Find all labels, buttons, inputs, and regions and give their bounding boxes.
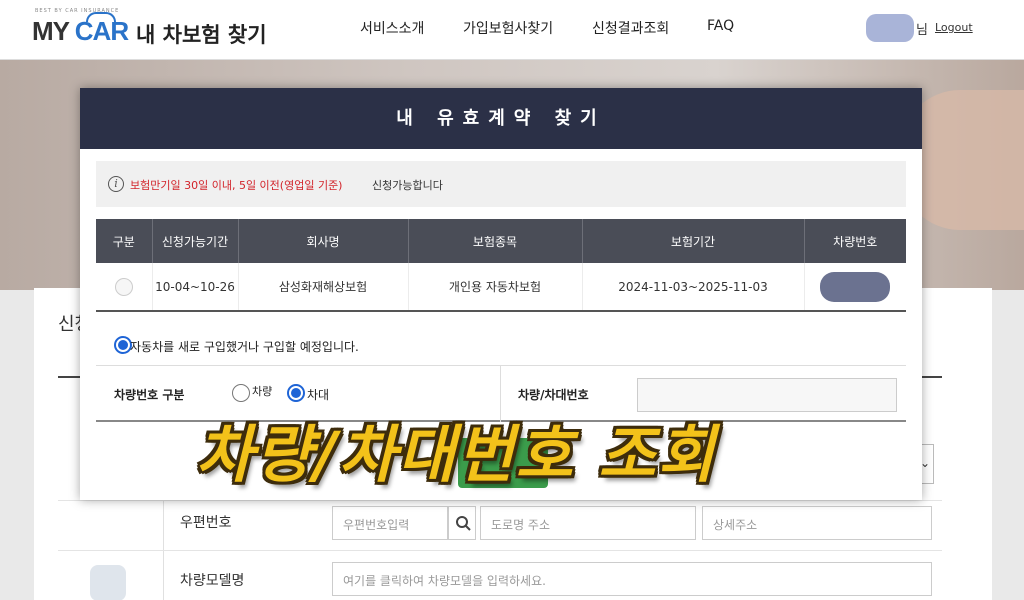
road-address-input[interactable]: 도로명 주소: [480, 506, 696, 540]
plate-type-vehicle-radio[interactable]: [232, 384, 250, 402]
new-car-row[interactable]: 자동차를 새로 구입했거나 구입할 예정입니다.: [96, 324, 906, 366]
postcode-input[interactable]: 우편번호입력: [332, 506, 448, 540]
plate-number-label: 차량/차대번호: [518, 388, 589, 402]
notice-condition: 보험만기일 30일 이내, 5일 이전(영업일 기준): [130, 179, 343, 192]
search-icon[interactable]: [448, 506, 476, 540]
logout-link[interactable]: Logout: [935, 21, 973, 34]
car-model-label: 차량모델명: [180, 573, 245, 589]
nav-result-lookup[interactable]: 신청결과조회: [592, 18, 669, 38]
plate-type-chassis-label: 차대: [307, 388, 330, 402]
nav-service-intro[interactable]: 서비스소개: [360, 18, 424, 38]
col-header-company: 회사명: [238, 219, 409, 263]
detail-address-input[interactable]: 상세주소: [702, 506, 932, 540]
user-honorific: 님: [916, 23, 928, 38]
site-header: BEST BY CAR INSURANCE MY CAR 내 차보험 찾기 서비…: [0, 0, 1024, 60]
notice-suffix: 신청가능합니다: [372, 179, 443, 192]
logo-subtitle: 내 차보험 찾기: [136, 23, 267, 47]
nav-faq[interactable]: FAQ: [707, 18, 734, 34]
col-header-product: 보험종목: [408, 219, 583, 263]
new-car-label: 자동차를 새로 구입했거나 구입할 예정입니다.: [130, 340, 359, 354]
modal-title: 내 유효계약 찾기: [80, 88, 922, 149]
info-icon: i: [108, 176, 124, 192]
col-header-term: 보험기간: [582, 219, 805, 263]
cell-company: 삼성화재해상보험: [238, 263, 409, 312]
contract-select-radio[interactable]: [114, 277, 133, 296]
contract-table: 구분 신청가능기간 회사명 보험종목 보험기간 차량번호 10-04~10-26…: [96, 219, 906, 312]
logo-wordmark: MY CAR: [32, 16, 129, 46]
overlay-caption: 차량/차대번호 조회: [196, 418, 717, 491]
user-name-redacted: [866, 14, 914, 42]
car-model-input[interactable]: 여기를 클릭하여 차량모델을 입력하세요.: [332, 562, 932, 596]
cell-product: 개인용 자동차보험: [408, 263, 583, 312]
cell-period: 10-04~10-26: [152, 263, 239, 312]
col-header-type: 구분: [96, 219, 153, 263]
notice-box: i 보험만기일 30일 이내, 5일 이전(영업일 기준) 신청가능합니다: [96, 161, 906, 207]
nav-find-insurer[interactable]: 가입보험사찾기: [463, 18, 553, 38]
plate-type-chassis-radio[interactable]: [287, 384, 305, 402]
car-icon: [90, 565, 126, 600]
table-row[interactable]: 10-04~10-26 삼성화재해상보험 개인용 자동차보험 2024-11-0…: [96, 263, 906, 312]
plate-type-vehicle-label: 차량: [252, 385, 273, 398]
plate-number-redacted: [820, 271, 891, 302]
plate-type-label: 차량번호 구분: [114, 388, 185, 402]
col-header-plate: 차량번호: [804, 219, 906, 263]
cell-term: 2024-11-03~2025-11-03: [582, 263, 805, 312]
postcode-label: 우편번호: [180, 515, 232, 531]
col-header-period: 신청가능기간: [152, 219, 239, 263]
